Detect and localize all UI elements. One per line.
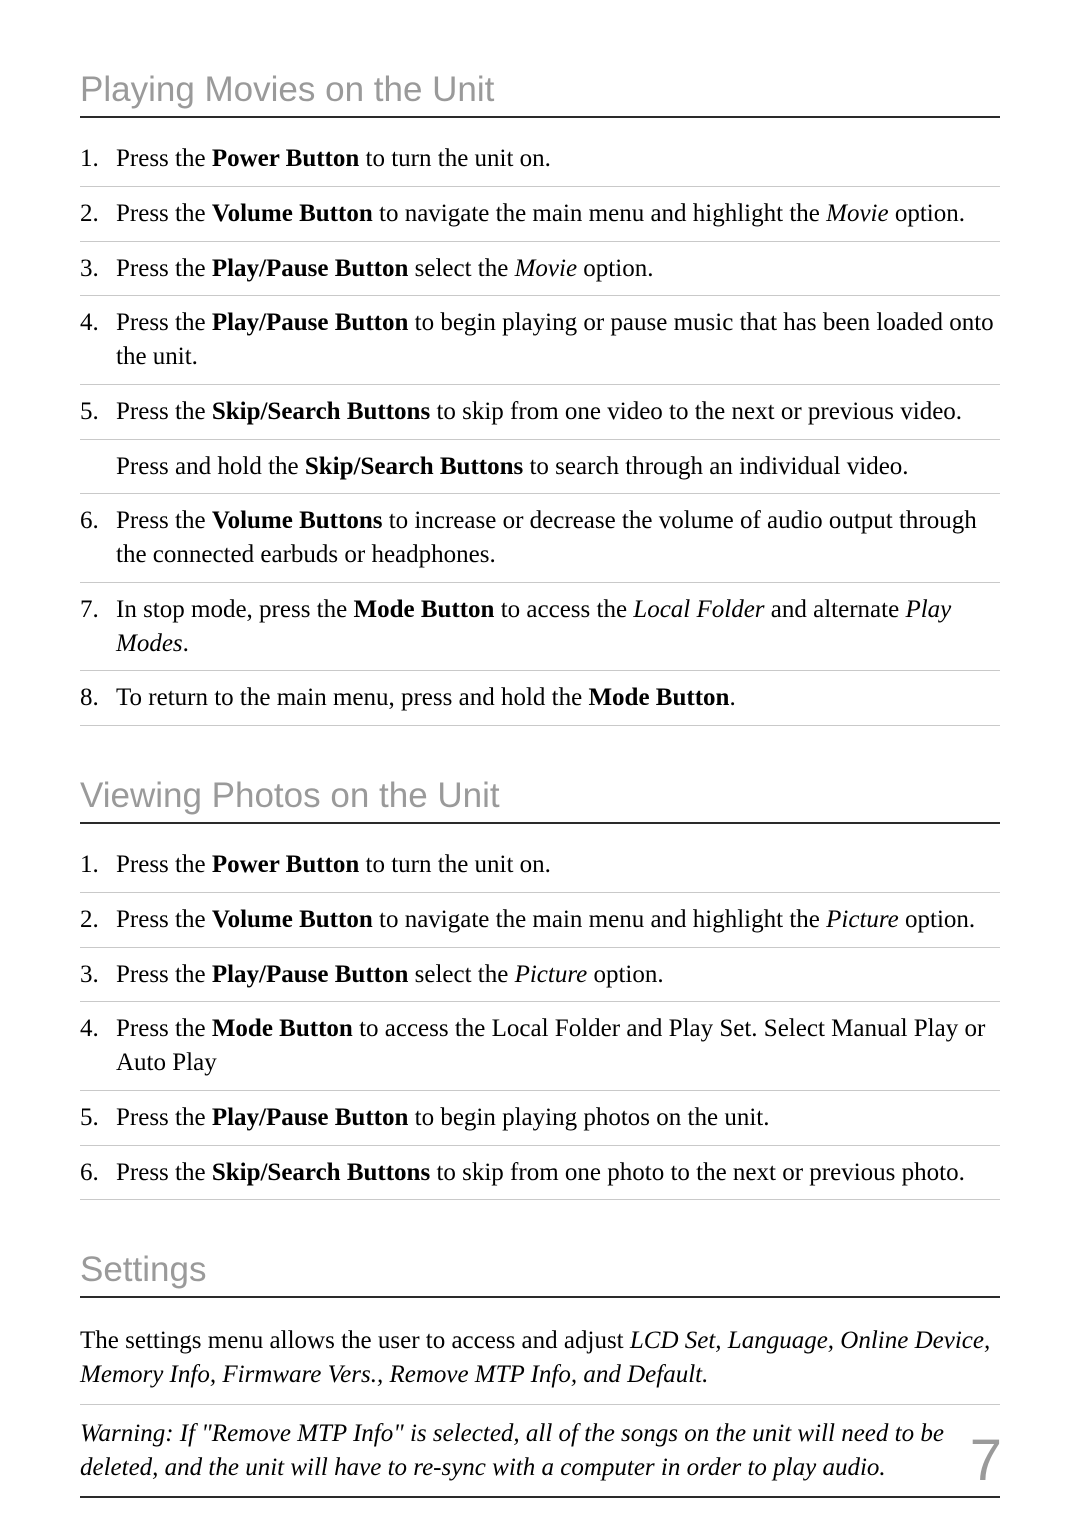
list-item: Press the Mode Button to access the Loca… [80, 1002, 1000, 1091]
list-item: Press the Volume Button to navigate the … [80, 187, 1000, 242]
heading-movies: Playing Movies on the Unit [80, 70, 1000, 118]
heading-settings: Settings [80, 1250, 1000, 1298]
settings-warning: Warning: If "Remove MTP Info" is selecte… [80, 1405, 1000, 1499]
settings-intro: The settings menu allows the user to acc… [80, 1312, 1000, 1405]
list-item: Press the Volume Button to navigate the … [80, 893, 1000, 948]
list-item: To return to the main menu, press and ho… [80, 671, 1000, 726]
heading-photos: Viewing Photos on the Unit [80, 776, 1000, 824]
list-item: Press the Power Button to turn the unit … [80, 132, 1000, 187]
list-item: Press the Power Button to turn the unit … [80, 838, 1000, 893]
photos-steps: Press the Power Button to turn the unit … [80, 838, 1000, 1200]
list-item: Press the Play/Pause Button to begin pla… [80, 1091, 1000, 1146]
list-item: Press the Play/Pause Button select the P… [80, 948, 1000, 1003]
list-item: Press the Skip/Search Buttons to skip fr… [80, 1146, 1000, 1201]
list-item: Press the Volume Buttons to increase or … [80, 494, 1000, 583]
movies-steps: Press the Power Button to turn the unit … [80, 132, 1000, 726]
list-item: Press the Skip/Search Buttons to skip fr… [80, 385, 1000, 495]
list-item: In stop mode, press the Mode Button to a… [80, 583, 1000, 672]
list-subitem: Press and hold the Skip/Search Buttons t… [80, 439, 1000, 484]
page-number: 7 [970, 1427, 1002, 1494]
list-item: Press the Play/Pause Button select the M… [80, 242, 1000, 297]
list-item: Press the Play/Pause Button to begin pla… [80, 296, 1000, 385]
